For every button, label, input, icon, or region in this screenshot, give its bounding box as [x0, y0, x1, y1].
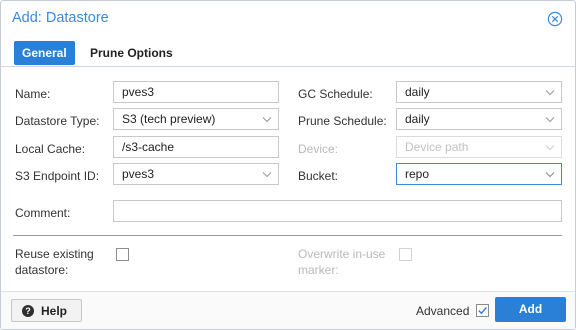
- chevron-down-icon: [262, 172, 272, 178]
- name-value: pves3: [122, 85, 155, 99]
- reuse-existing-label-line1: Reuse existing: [15, 247, 94, 261]
- chevron-down-icon: [545, 145, 555, 151]
- tab-bar: General Prune Options: [1, 37, 575, 67]
- chevron-down-icon: [545, 172, 555, 178]
- tab-general[interactable]: General: [14, 41, 75, 65]
- form-separator: [13, 235, 562, 236]
- help-button[interactable]: ? Help: [11, 299, 82, 322]
- device-select: Device path: [396, 136, 562, 158]
- datastore-type-label: Datastore Type:: [15, 114, 100, 128]
- add-datastore-dialog: Add: Datastore General Prune Options Nam…: [0, 0, 576, 330]
- add-button[interactable]: Add: [495, 297, 566, 322]
- check-icon: [478, 306, 487, 315]
- bucket-value: repo: [405, 167, 430, 181]
- datastore-type-select[interactable]: S3 (tech preview): [113, 108, 279, 130]
- comment-field[interactable]: [113, 200, 562, 222]
- bucket-select[interactable]: repo: [396, 163, 562, 185]
- name-field[interactable]: pves3: [113, 81, 279, 103]
- overwrite-marker-checkbox: [399, 248, 412, 261]
- gc-schedule-value: daily: [405, 85, 430, 99]
- overwrite-marker-label-line1: Overwrite in-use: [298, 247, 386, 261]
- question-circle-icon: ?: [22, 305, 34, 317]
- dialog-titlebar: Add: Datastore: [1, 1, 575, 37]
- s3-endpoint-id-label: S3 Endpoint ID:: [15, 169, 100, 183]
- advanced-checkbox[interactable]: [476, 304, 489, 317]
- device-label: Device:: [298, 142, 339, 156]
- reuse-existing-label-line2: datastore:: [15, 263, 69, 277]
- name-label: Name:: [15, 87, 51, 101]
- dialog-title: Add: Datastore: [12, 10, 109, 26]
- datastore-type-value: S3 (tech preview): [122, 112, 216, 126]
- local-cache-field[interactable]: /s3-cache: [113, 136, 279, 158]
- close-icon[interactable]: [547, 11, 563, 27]
- prune-schedule-value: daily: [405, 112, 430, 126]
- chevron-down-icon: [262, 117, 272, 123]
- local-cache-label: Local Cache:: [15, 142, 86, 156]
- local-cache-value: /s3-cache: [122, 140, 175, 154]
- prune-schedule-label: Prune Schedule:: [298, 114, 387, 128]
- device-placeholder: Device path: [405, 140, 469, 154]
- s3-endpoint-id-select[interactable]: pves3: [113, 163, 279, 185]
- comment-label: Comment:: [15, 206, 71, 220]
- gc-schedule-label: GC Schedule:: [298, 87, 373, 101]
- s3-endpoint-id-value: pves3: [122, 167, 155, 181]
- help-label: Help: [41, 304, 68, 318]
- overwrite-marker-label-line2: marker:: [298, 263, 339, 277]
- prune-schedule-select[interactable]: daily: [396, 108, 562, 130]
- chevron-down-icon: [545, 90, 555, 96]
- gc-schedule-select[interactable]: daily: [396, 81, 562, 103]
- tab-prune-options[interactable]: Prune Options: [82, 41, 181, 65]
- advanced-label: Advanced: [416, 304, 470, 318]
- reuse-existing-checkbox[interactable]: [116, 248, 129, 261]
- chevron-down-icon: [545, 117, 555, 123]
- bucket-label: Bucket:: [298, 169, 339, 183]
